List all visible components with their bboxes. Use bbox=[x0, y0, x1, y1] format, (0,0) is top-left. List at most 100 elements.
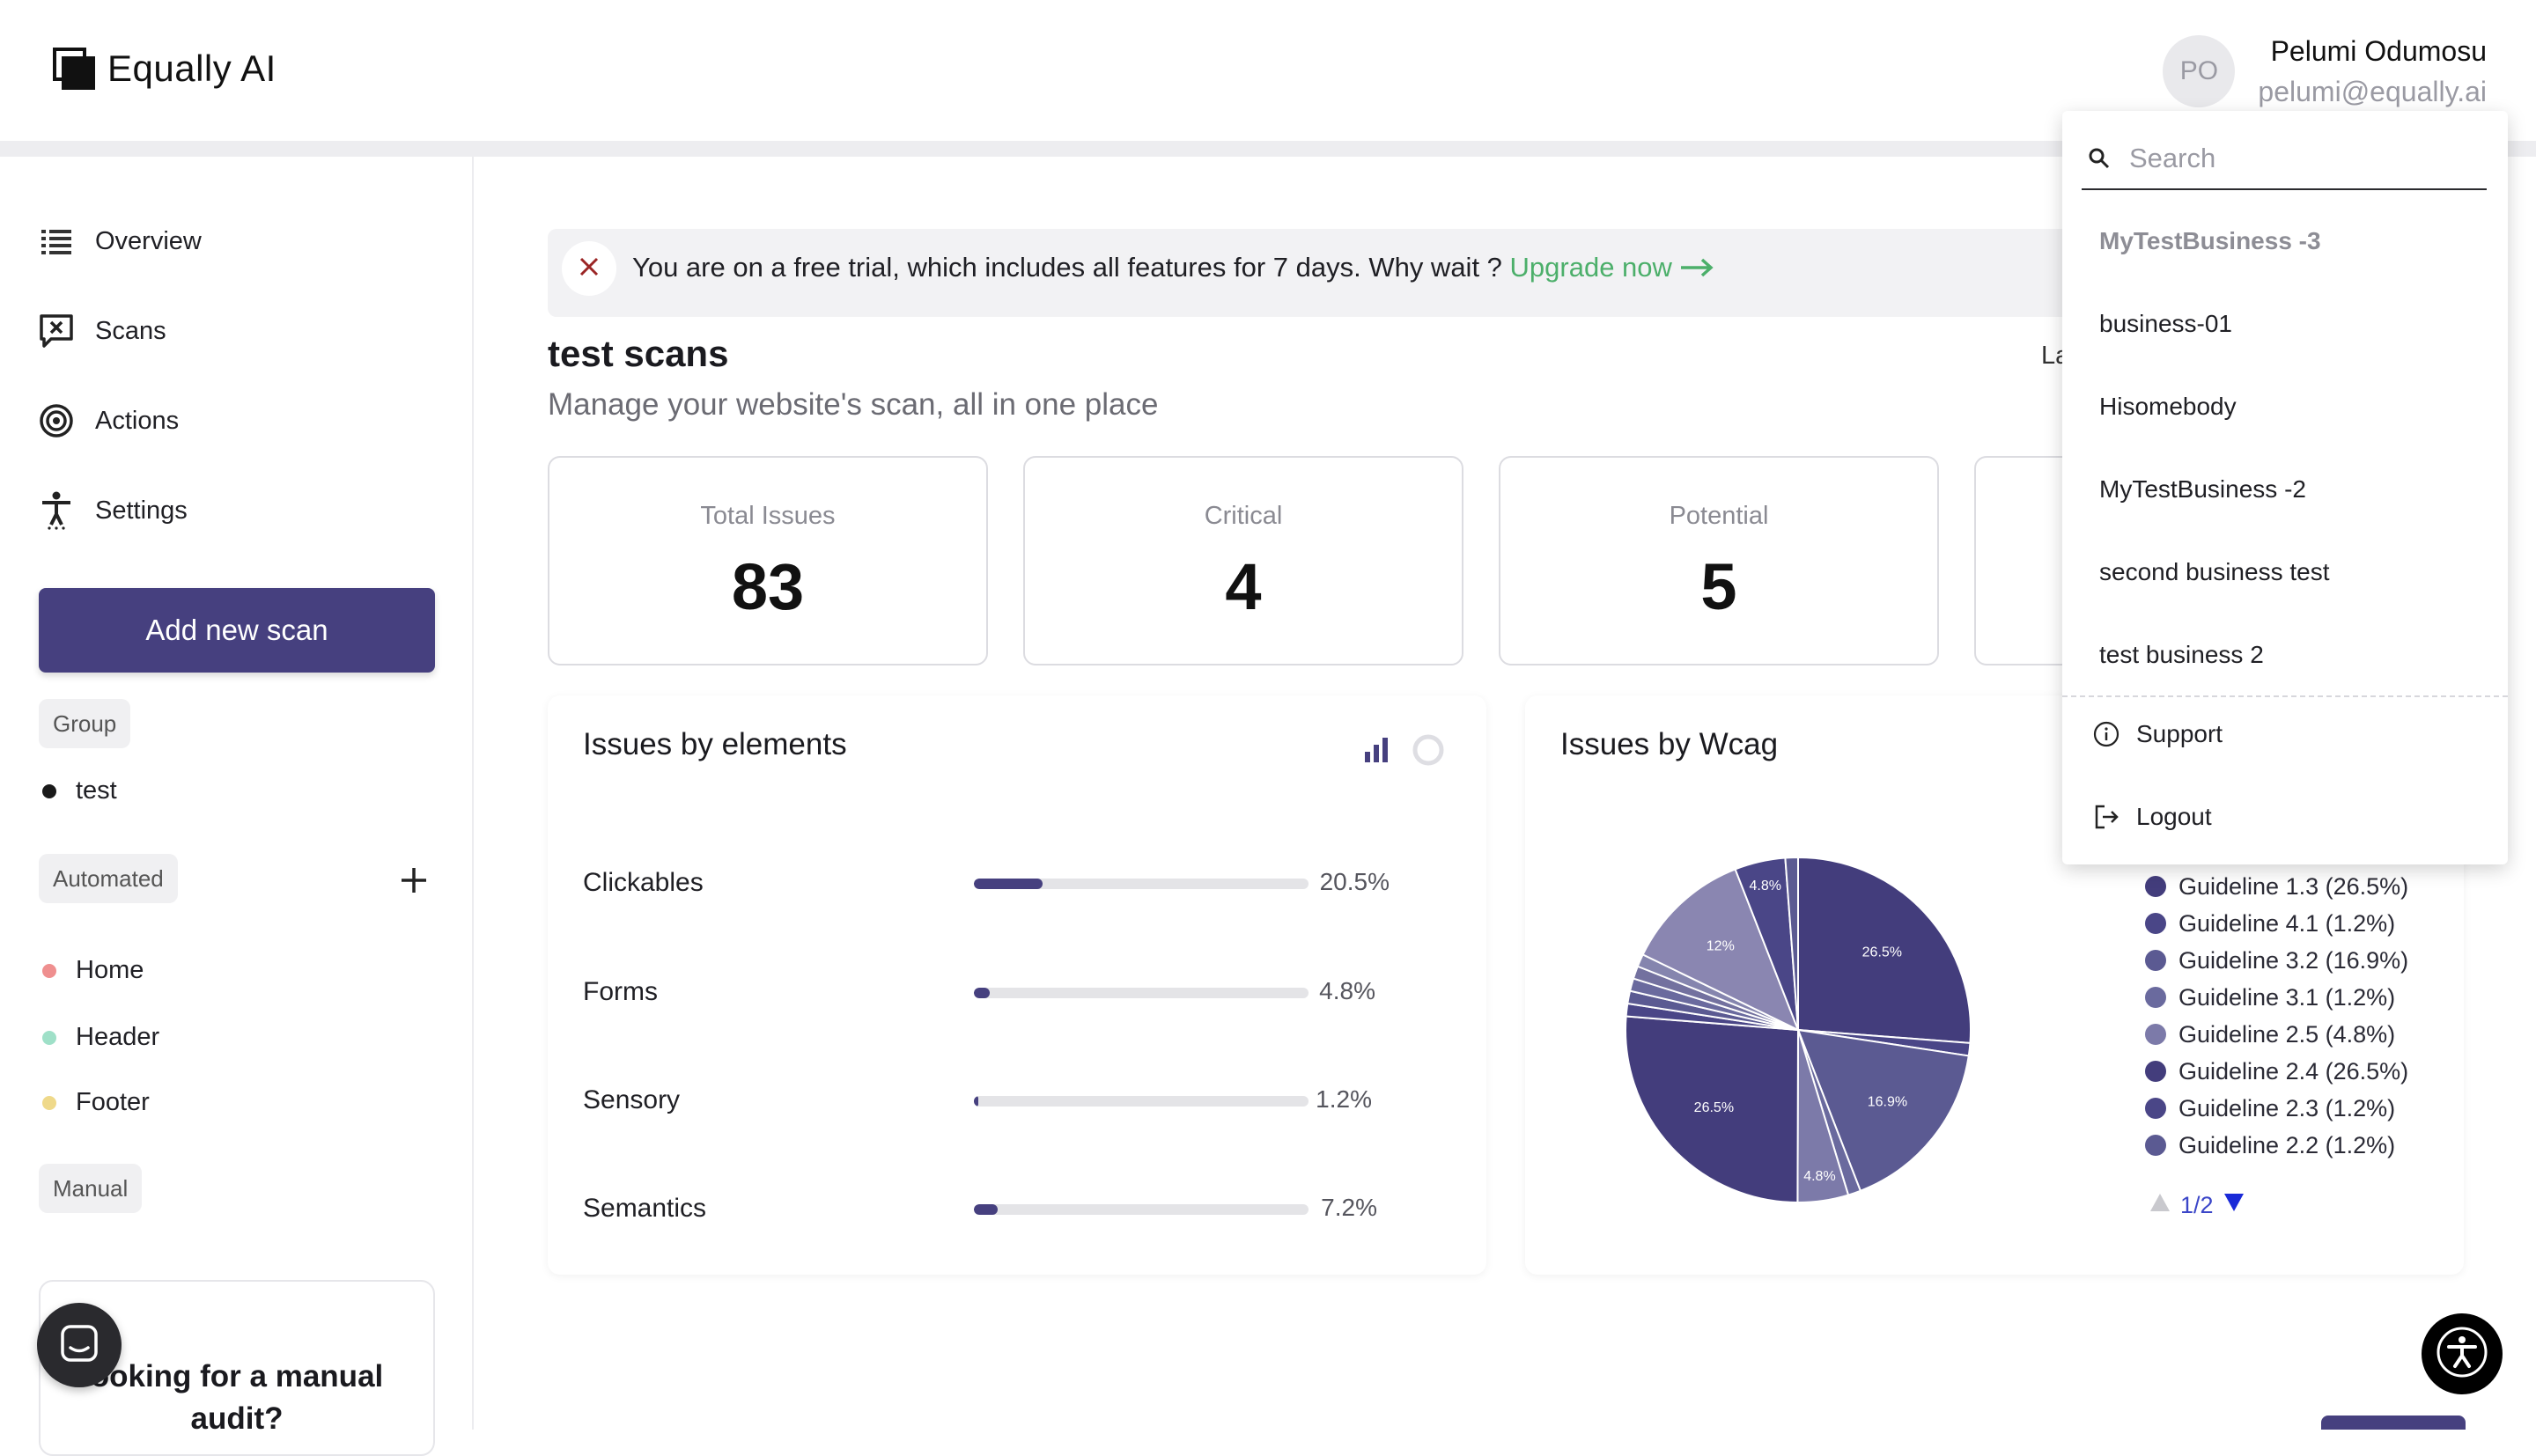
pie-data-label: 26.5% bbox=[1694, 1100, 1734, 1115]
bar-chart-icon[interactable] bbox=[1363, 734, 1393, 768]
search-input[interactable] bbox=[2127, 142, 2462, 175]
accessibility-widget-button[interactable] bbox=[2422, 1313, 2503, 1394]
stat-card-total-issues[interactable]: Total Issues 83 bbox=[548, 456, 988, 665]
business-switcher-dropdown: MyTestBusiness -3 business-01 Hisomebody… bbox=[2062, 111, 2508, 864]
legend-label: Guideline 3.2 (16.9%) bbox=[2178, 946, 2409, 974]
user-email: pelumi@equally.ai bbox=[2258, 76, 2487, 107]
close-banner-button[interactable] bbox=[562, 241, 616, 296]
pie-data-label: 12% bbox=[1707, 939, 1735, 954]
arrow-right-icon[interactable] bbox=[1679, 254, 1714, 285]
manual-section-label: Manual bbox=[39, 1164, 143, 1213]
pie-data-label: 26.5% bbox=[1862, 945, 1902, 960]
legend-item[interactable]: Guideline 2.3 (1.2%) bbox=[2145, 1090, 2408, 1127]
wcag-legend: Guideline 1.3 (26.5%) Guideline 4.1 (1.2%… bbox=[2145, 868, 2408, 1164]
legend-item[interactable]: Guideline 4.1 (1.2%) bbox=[2145, 905, 2408, 942]
legend-label: Guideline 2.4 (26.5%) bbox=[2178, 1057, 2409, 1085]
upgrade-link[interactable]: Upgrade now bbox=[1510, 252, 1672, 283]
business-search bbox=[2082, 129, 2487, 190]
automated-item-header[interactable]: Header bbox=[42, 1023, 159, 1052]
trial-banner: You are on a free trial, which includes … bbox=[548, 229, 2097, 317]
group-section-label: Group bbox=[39, 699, 131, 748]
legend-label: Guideline 2.3 (1.2%) bbox=[2178, 1094, 2396, 1121]
legend-item[interactable]: Guideline 3.1 (1.2%) bbox=[2145, 979, 2408, 1016]
user-menu[interactable]: PO Pelumi Odumosu pelumi@equally.ai bbox=[2163, 30, 2487, 111]
status-dot bbox=[42, 1095, 56, 1110]
sidebar-item-label: Scans bbox=[95, 316, 166, 345]
stat-card-potential[interactable]: Potential 5 bbox=[1499, 456, 1939, 665]
business-item[interactable]: second business test bbox=[2099, 558, 2330, 586]
app-logo[interactable]: Equally AI bbox=[53, 48, 276, 90]
automated-item-home[interactable]: Home bbox=[42, 956, 144, 985]
business-item[interactable]: business-01 bbox=[2099, 310, 2232, 338]
element-percent: 7.2% bbox=[1321, 1194, 1377, 1221]
automated-item-label: Footer bbox=[76, 1088, 150, 1116]
sidebar-item-settings[interactable]: Settings bbox=[39, 484, 188, 537]
legend-label: Guideline 4.1 (1.2%) bbox=[2178, 909, 2396, 937]
stat-label: Potential bbox=[1669, 502, 1769, 530]
pie-data-label: 4.8% bbox=[1749, 879, 1780, 893]
element-label: Forms bbox=[583, 977, 658, 1006]
sidebar-item-scans[interactable]: Scans bbox=[39, 305, 166, 357]
next-page-icon[interactable] bbox=[2223, 1192, 2245, 1219]
stat-card-critical[interactable]: Critical 4 bbox=[1023, 456, 1463, 665]
list-icon bbox=[39, 224, 74, 259]
legend-pager: 1/2 bbox=[2149, 1192, 2245, 1219]
close-icon bbox=[578, 255, 601, 283]
card-title: Issues by Wcag bbox=[1560, 727, 1779, 761]
accessibility-icon bbox=[2436, 1326, 2488, 1383]
status-dot bbox=[42, 963, 56, 978]
element-percent: 1.2% bbox=[1316, 1085, 1372, 1113]
avatar[interactable]: PO bbox=[2163, 35, 2236, 107]
sidebar-item-label: Overview bbox=[95, 226, 202, 255]
logout-menu-item[interactable]: Logout bbox=[2092, 803, 2212, 831]
legend-item[interactable]: Guideline 2.2 (1.2%) bbox=[2145, 1127, 2408, 1164]
prev-page-icon[interactable] bbox=[2149, 1192, 2171, 1219]
sidebar-item-overview[interactable]: Overview bbox=[39, 215, 202, 268]
page-title: test scans bbox=[548, 333, 729, 374]
donut-chart-icon[interactable] bbox=[1411, 732, 1446, 772]
legend-swatch bbox=[2145, 950, 2166, 971]
element-row-sensory: Sensory 1.2% bbox=[583, 1080, 1463, 1124]
sidebar-item-actions[interactable]: Actions bbox=[39, 394, 179, 447]
legend-item[interactable]: Guideline 2.5 (4.8%) bbox=[2145, 1016, 2408, 1053]
legend-swatch bbox=[2145, 876, 2166, 897]
trial-text: You are on a free trial, which includes … bbox=[632, 252, 1510, 283]
page-subtitle: Manage your website's scan, all in one p… bbox=[548, 387, 1159, 422]
add-new-scan-button[interactable]: Add new scan bbox=[39, 588, 435, 673]
legend-item[interactable]: Guideline 3.2 (16.9%) bbox=[2145, 942, 2408, 979]
legend-label: Guideline 3.1 (1.2%) bbox=[2178, 983, 2396, 1011]
business-item-active[interactable]: MyTestBusiness -3 bbox=[2099, 227, 2321, 255]
element-percent: 4.8% bbox=[1319, 977, 1375, 1004]
status-dot bbox=[42, 1030, 56, 1045]
logout-icon bbox=[2092, 803, 2120, 831]
progress-fill bbox=[974, 1096, 978, 1107]
business-item[interactable]: Hisomebody bbox=[2099, 393, 2237, 421]
legend-swatch bbox=[2145, 987, 2166, 1008]
legend-item[interactable]: Guideline 1.3 (26.5%) bbox=[2145, 868, 2408, 905]
legend-label: Guideline 2.2 (1.2%) bbox=[2178, 1131, 2396, 1158]
bottom-action-button[interactable] bbox=[2321, 1416, 2466, 1430]
stat-label: Critical bbox=[1204, 502, 1283, 530]
user-name: Pelumi Odumosu bbox=[2270, 35, 2487, 67]
group-item-test[interactable]: test bbox=[42, 776, 117, 805]
automated-item-footer[interactable]: Footer bbox=[42, 1088, 150, 1117]
progress-fill bbox=[974, 879, 1043, 889]
page-indicator: 1/2 bbox=[2180, 1192, 2214, 1218]
logo-mark-icon bbox=[53, 48, 95, 90]
accessibility-icon bbox=[39, 491, 74, 530]
support-menu-item[interactable]: Support bbox=[2092, 720, 2223, 748]
element-row-forms: Forms 4.8% bbox=[583, 972, 1463, 1016]
business-item[interactable]: test business 2 bbox=[2099, 641, 2264, 669]
dropdown-divider bbox=[2062, 695, 2508, 697]
legend-item[interactable]: Guideline 2.4 (26.5%) bbox=[2145, 1053, 2408, 1090]
stat-label: Total Issues bbox=[700, 502, 836, 530]
business-item[interactable]: MyTestBusiness -2 bbox=[2099, 475, 2306, 504]
progress-fill bbox=[974, 1204, 999, 1215]
automated-section-label: Automated bbox=[39, 854, 178, 903]
info-icon bbox=[2092, 720, 2120, 748]
element-row-clickables: Clickables 20.5% bbox=[583, 863, 1463, 907]
target-icon bbox=[39, 403, 74, 438]
chat-launcher-button[interactable] bbox=[37, 1303, 122, 1387]
legend-swatch bbox=[2145, 1024, 2166, 1045]
add-automated-icon[interactable] bbox=[396, 863, 431, 898]
